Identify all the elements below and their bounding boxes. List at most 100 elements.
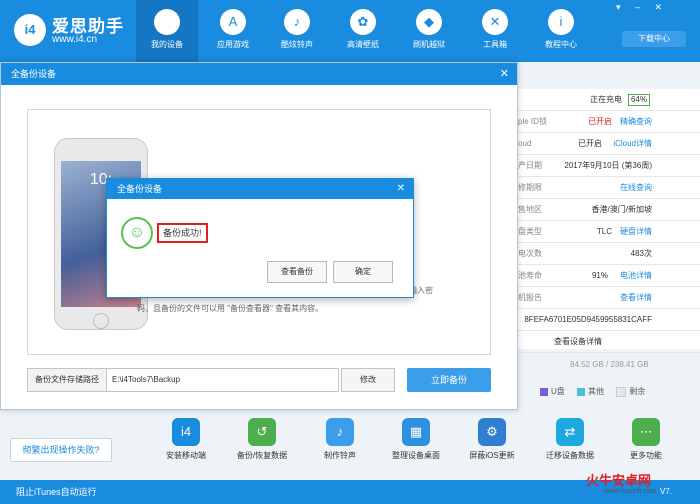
info-row-warranty: 修期限 在线查询 [516,177,700,199]
info-row-report: 机报告 查看详情 [516,287,700,309]
legend-swatch-free [616,386,627,397]
bell-icon: ♪ [284,9,310,35]
grid-icon: ▦ [402,418,430,446]
info-key: ple ID锁 [518,117,547,126]
battery-badge: 64% [627,94,650,106]
info-link[interactable]: iCloud详情 [613,133,652,154]
block-itunes-autorun-toggle[interactable]: 阻止iTunes自动运行 [16,480,97,504]
nav-label: 刷机越狱 [413,40,445,49]
dialog-title: 全备份设备 [117,184,163,194]
info-value: 已开启 [588,117,612,126]
tool-label: 更多功能 [630,451,662,460]
info-row-disk-type: 盘类型 TLC 硬盘详情 [516,221,700,243]
tool-label: 整理设备桌面 [392,451,440,460]
info-value: TLC [596,227,612,236]
view-device-details-button[interactable]: 查看设备详情 [516,331,700,353]
backup-path-input[interactable]: E:\i4Tools7\Backup [112,369,180,391]
app-url: www.i4.cn [52,34,98,45]
info-value: 香港/澳门/新加坡 [591,205,652,214]
nav-tutorials[interactable]: i 教程中心 [530,0,592,62]
info-row-region: 售地区 香港/澳门/新加坡 [516,199,700,221]
i4-icon: i4 [172,418,200,446]
info-link[interactable]: 精确查询 [620,111,652,132]
modify-path-button[interactable]: 修改 [341,368,395,392]
view-backup-button[interactable]: 查看备份 [267,261,327,283]
success-message: 备份成功! [157,223,208,243]
smiley-icon: ☺ [121,217,153,249]
info-key: 修期限 [518,183,542,192]
nav-label: 高清壁纸 [347,40,379,49]
info-link[interactable]: 在线查询 [620,177,652,198]
tool-backup-restore[interactable]: ↺ 备份/恢复数据 [222,418,302,461]
nav-flash-jailbreak[interactable]: ◆ 刷机越狱 [398,0,460,62]
watermark-url: www.hnzzdt.com [604,488,657,495]
info-key: 产日期 [518,161,542,170]
info-key: 售地区 [518,205,542,214]
info-link[interactable]: 电池详情 [620,265,652,286]
info-value: 91% [591,271,608,280]
backup-note: 码，且备份的文件可以用 "备份查看器" 查看其内容。 [137,304,324,313]
tool-label: 迁移设备数据 [546,451,594,460]
close-icon[interactable]: ✕ [397,179,405,199]
frequent-failure-link[interactable]: 频繁出现操作失败? [10,438,112,462]
info-row-production-date: 产日期 2017年9月10日 (第36周) [516,155,700,177]
legend-swatch-other [577,387,586,396]
bell-plus-icon: ♪ [326,418,354,446]
info-link[interactable]: 查看详情 [620,287,652,308]
download-center-button[interactable]: 下载中心 [622,31,686,47]
logo-icon: i4 [14,14,46,46]
view-device-details-label: 查看设备详情 [554,337,602,346]
transfer-icon: ⇄ [556,418,584,446]
legend-label: U盘 [551,387,565,396]
watermark-logo: 火牛安卓网 [586,473,652,488]
nav-wallpapers[interactable]: ✿ 高清壁纸 [332,0,394,62]
nav-ringtones[interactable]: ♪ 酷炫铃声 [266,0,328,62]
info-value: 已开启 [578,139,602,148]
tool-label: 制作铃声 [324,451,356,460]
nav-label: 应用游戏 [217,40,249,49]
clock-icon: ↺ [248,418,276,446]
nav-my-device[interactable]: 我的设备 [136,0,198,62]
info-icon: i [548,9,574,35]
info-key: 盘类型 [518,227,542,236]
tool-more[interactable]: ⋯ 更多功能 [606,418,686,461]
info-link[interactable]: 硬盘详情 [620,221,652,242]
tool-block-ios-update[interactable]: ⚙ 屏蔽iOS更新 [452,418,532,461]
info-row-appleid: ple ID锁 已开启 精确查询 [516,111,700,133]
dialog-header: 全备份设备 ✕ [107,179,413,199]
udid-value: 8FEFA6701E05D9459955831CAFF [524,315,652,324]
dropbox-icon: ◆ [416,9,442,35]
disk-usage: 84.52 GB / 238.41 GB [570,360,649,369]
info-key: 机报告 [518,293,542,302]
device-info-panel: 正在充电 64% ple ID锁 已开启 精确查询 oud 已开启 iCloud… [516,89,700,353]
info-key: 池寿命 [518,271,542,280]
info-row-charging: 正在充电 64% [516,89,700,111]
info-value: 483次 [630,249,652,258]
info-row-icloud: oud 已开启 iCloud详情 [516,133,700,155]
tool-make-ringtone[interactable]: ♪ 制作铃声 [300,418,380,461]
dialog-title: 全备份设备 [11,69,57,79]
tool-label: 安装移动端 [166,451,206,460]
info-key: 电次数 [518,249,542,258]
tool-install-mobile[interactable]: i4 安装移动端 [146,418,226,461]
version-label: V7. [660,487,673,496]
ok-button[interactable]: 确定 [333,261,393,283]
tool-organize-desktop[interactable]: ▦ 整理设备桌面 [376,418,456,461]
backup-path-label: 备份文件存储路径 [28,369,107,391]
legend-swatch-udisk [540,387,548,396]
toolbox-icon: ✕ [482,9,508,35]
nav-toolbox[interactable]: ✕ 工具箱 [464,0,526,62]
backup-now-button[interactable]: 立即备份 [407,368,491,392]
tool-label: 屏蔽iOS更新 [469,451,515,460]
gear-icon: ⚙ [478,418,506,446]
window-controls[interactable]: ▾ – ✕ [616,2,668,13]
info-value: 2017年9月10日 (第36周) [564,161,652,170]
storage-legend: U盘 其他 剩余 [530,386,645,397]
info-value: 正在充电 [590,95,622,104]
tool-migrate-data[interactable]: ⇄ 迁移设备数据 [530,418,610,461]
legend-label: 其他 [588,387,605,396]
info-key: oud [518,139,532,148]
apple-icon [154,9,180,35]
close-icon[interactable]: ✕ [500,63,509,85]
nav-apps-games[interactable]: A 应用游戏 [202,0,264,62]
